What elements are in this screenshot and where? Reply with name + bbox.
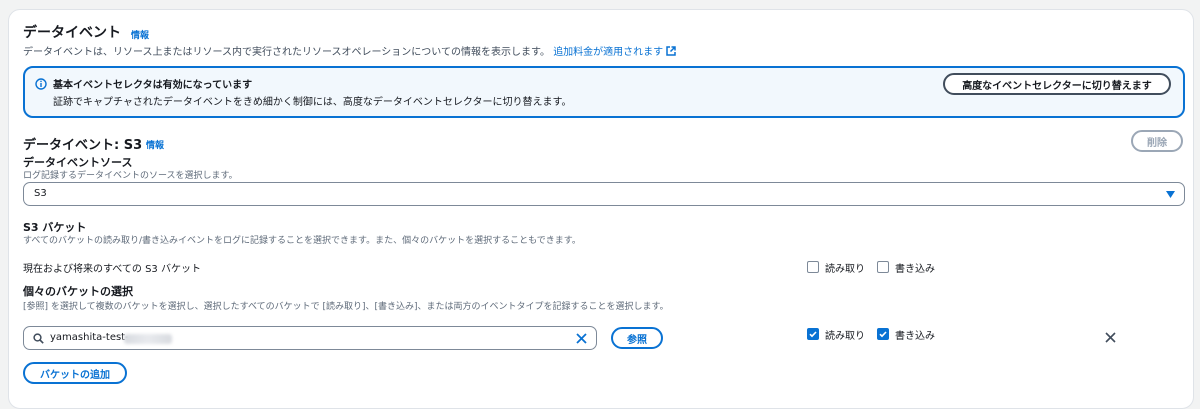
- all-buckets-write-checkbox[interactable]: [877, 261, 889, 273]
- alert-body: 証跡でキャプチャされたデータイベントをきめ細かく制御には、高度なデータイベントセ…: [53, 97, 572, 108]
- section-title: データイベント: [23, 25, 121, 41]
- basic-selector-alert: 基本イベントセレクタは有効になっています 証跡でキャプチャされたデータイベントを…: [23, 66, 1185, 118]
- redacted-bucket-suffix: [124, 334, 172, 344]
- check-icon: [879, 331, 887, 338]
- check-icon: [809, 331, 817, 338]
- all-buckets-read-label: 読み取り: [825, 264, 865, 275]
- caret-down-icon: [1166, 191, 1175, 198]
- bucket-search-value: yamashita-test-: [50, 332, 129, 343]
- bucket-write-checkbox[interactable]: [877, 328, 889, 340]
- section-description-text: データイベントは、リソース上またはリソース内で実行されたリソースオペレーションに…: [23, 47, 550, 58]
- browse-button[interactable]: 参照: [611, 327, 663, 349]
- add-bucket-button[interactable]: バケットの追加: [23, 362, 127, 384]
- data-event-title: データイベント: S3: [23, 138, 143, 153]
- source-description: ログ記録するデータイベントのソースを選択します。: [23, 171, 238, 181]
- all-buckets-write-label: 書き込み: [895, 264, 935, 275]
- bucket-read-label: 読み取り: [825, 331, 865, 342]
- pricing-link-text[interactable]: 追加料金が適用されます: [553, 47, 663, 58]
- section-description: データイベントは、リソース上またはリソース内で実行されたリソースオペレーションに…: [23, 43, 677, 58]
- all-buckets-label: 現在および将来のすべての S3 バケット: [23, 264, 201, 275]
- individual-buckets-description: [参照] を選択して複数のバケットを選択し、選択したすべてのバケットで [読み取…: [23, 302, 669, 312]
- data-event-info-link[interactable]: 情報: [146, 138, 164, 151]
- switch-advanced-selector-button[interactable]: 高度なイベントセレクターに切り替えます: [943, 73, 1171, 95]
- search-icon: [33, 333, 44, 344]
- bucket-write-label: 書き込み: [895, 331, 935, 342]
- clear-icon[interactable]: [576, 333, 587, 344]
- data-events-panel: データイベント 情報 データイベントは、リソース上またはリソース内で実行されたリ…: [8, 9, 1194, 409]
- alert-title: 基本イベントセレクタは有効になっています: [53, 80, 253, 91]
- bucket-search-input[interactable]: yamashita-test-: [23, 326, 597, 350]
- source-select-value: S3: [34, 188, 47, 199]
- info-icon: [35, 78, 47, 90]
- section-info-link[interactable]: 情報: [131, 28, 149, 41]
- pricing-link[interactable]: 追加料金が適用されます: [553, 46, 677, 58]
- external-link-icon: [666, 46, 677, 56]
- individual-buckets-label: 個々のバケットの選択: [23, 285, 133, 298]
- remove-bucket-icon[interactable]: [1105, 332, 1116, 343]
- source-select[interactable]: S3: [23, 182, 1185, 206]
- bucket-read-checkbox[interactable]: [807, 328, 819, 340]
- all-buckets-read-checkbox[interactable]: [807, 261, 819, 273]
- remove-button[interactable]: 削除: [1131, 130, 1183, 152]
- s3-buckets-description: すべてのバケットの読み取り/書き込みイベントをログに記録することを選択できます。…: [23, 236, 581, 246]
